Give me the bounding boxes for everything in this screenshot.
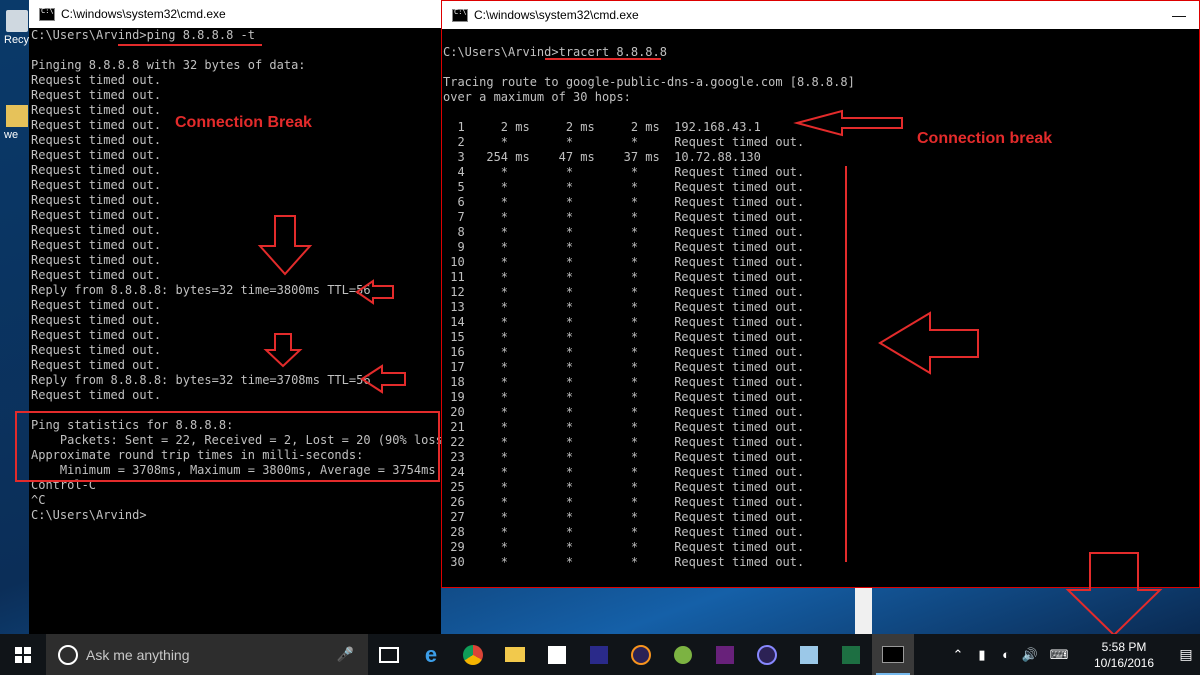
windows-logo-icon bbox=[15, 646, 31, 663]
start-button[interactable] bbox=[0, 634, 46, 675]
battery-icon[interactable]: ▮ bbox=[970, 647, 994, 663]
store-icon[interactable] bbox=[536, 634, 578, 675]
eclipse-icon-2[interactable] bbox=[746, 634, 788, 675]
cortana-icon bbox=[58, 644, 78, 665]
clock-time: 5:58 PM bbox=[1101, 639, 1147, 654]
cortana-search-box[interactable]: Ask me anything 🎤 bbox=[46, 634, 368, 675]
android-studio-icon[interactable] bbox=[662, 634, 704, 675]
taskbar: Ask me anything 🎤 e ⌃ ▮ ◐ 🔊 ⌨ 5:58 PM 10… bbox=[0, 634, 1200, 675]
file-explorer-icon[interactable] bbox=[494, 634, 536, 675]
eclipse-icon[interactable] bbox=[620, 634, 662, 675]
task-view-icon[interactable] bbox=[368, 634, 410, 675]
excel-icon[interactable] bbox=[830, 634, 872, 675]
visual-studio-icon[interactable] bbox=[704, 634, 746, 675]
left-arrow-reply-1 bbox=[355, 279, 394, 305]
microphone-icon[interactable]: 🎤 bbox=[337, 646, 354, 663]
left-arrow-big bbox=[878, 311, 979, 375]
clock-date: 10/16/2016 bbox=[1093, 655, 1155, 670]
annotation-arrows bbox=[257, 109, 1163, 637]
left-arrow-hop1 bbox=[793, 109, 903, 137]
keyboard-icon[interactable]: ⌨ bbox=[1042, 647, 1076, 663]
down-arrow-1 bbox=[257, 215, 313, 276]
left-arrow-reply-2 bbox=[360, 364, 406, 394]
system-tray: ⌃ ▮ ◐ 🔊 ⌨ 5:58 PM 10/16/2016 ▤ bbox=[946, 634, 1200, 675]
visual-studio-code-icon[interactable] bbox=[578, 634, 620, 675]
clock[interactable]: 5:58 PM 10/16/2016 bbox=[1076, 639, 1172, 671]
search-placeholder: Ask me anything bbox=[86, 646, 190, 663]
wifi-icon[interactable]: ◐ bbox=[994, 647, 1018, 662]
down-arrow-clock bbox=[1065, 552, 1163, 637]
cmd-taskbar-icon[interactable] bbox=[872, 634, 914, 675]
stack-icon[interactable] bbox=[788, 634, 830, 675]
volume-icon[interactable]: 🔊 bbox=[1018, 647, 1042, 663]
chevron-up-icon[interactable]: ⌃ bbox=[946, 647, 970, 663]
action-center-icon[interactable]: ▤ bbox=[1172, 646, 1200, 663]
down-arrow-2 bbox=[263, 333, 303, 368]
chrome-icon[interactable] bbox=[452, 634, 494, 675]
edge-icon[interactable]: e bbox=[410, 634, 452, 675]
